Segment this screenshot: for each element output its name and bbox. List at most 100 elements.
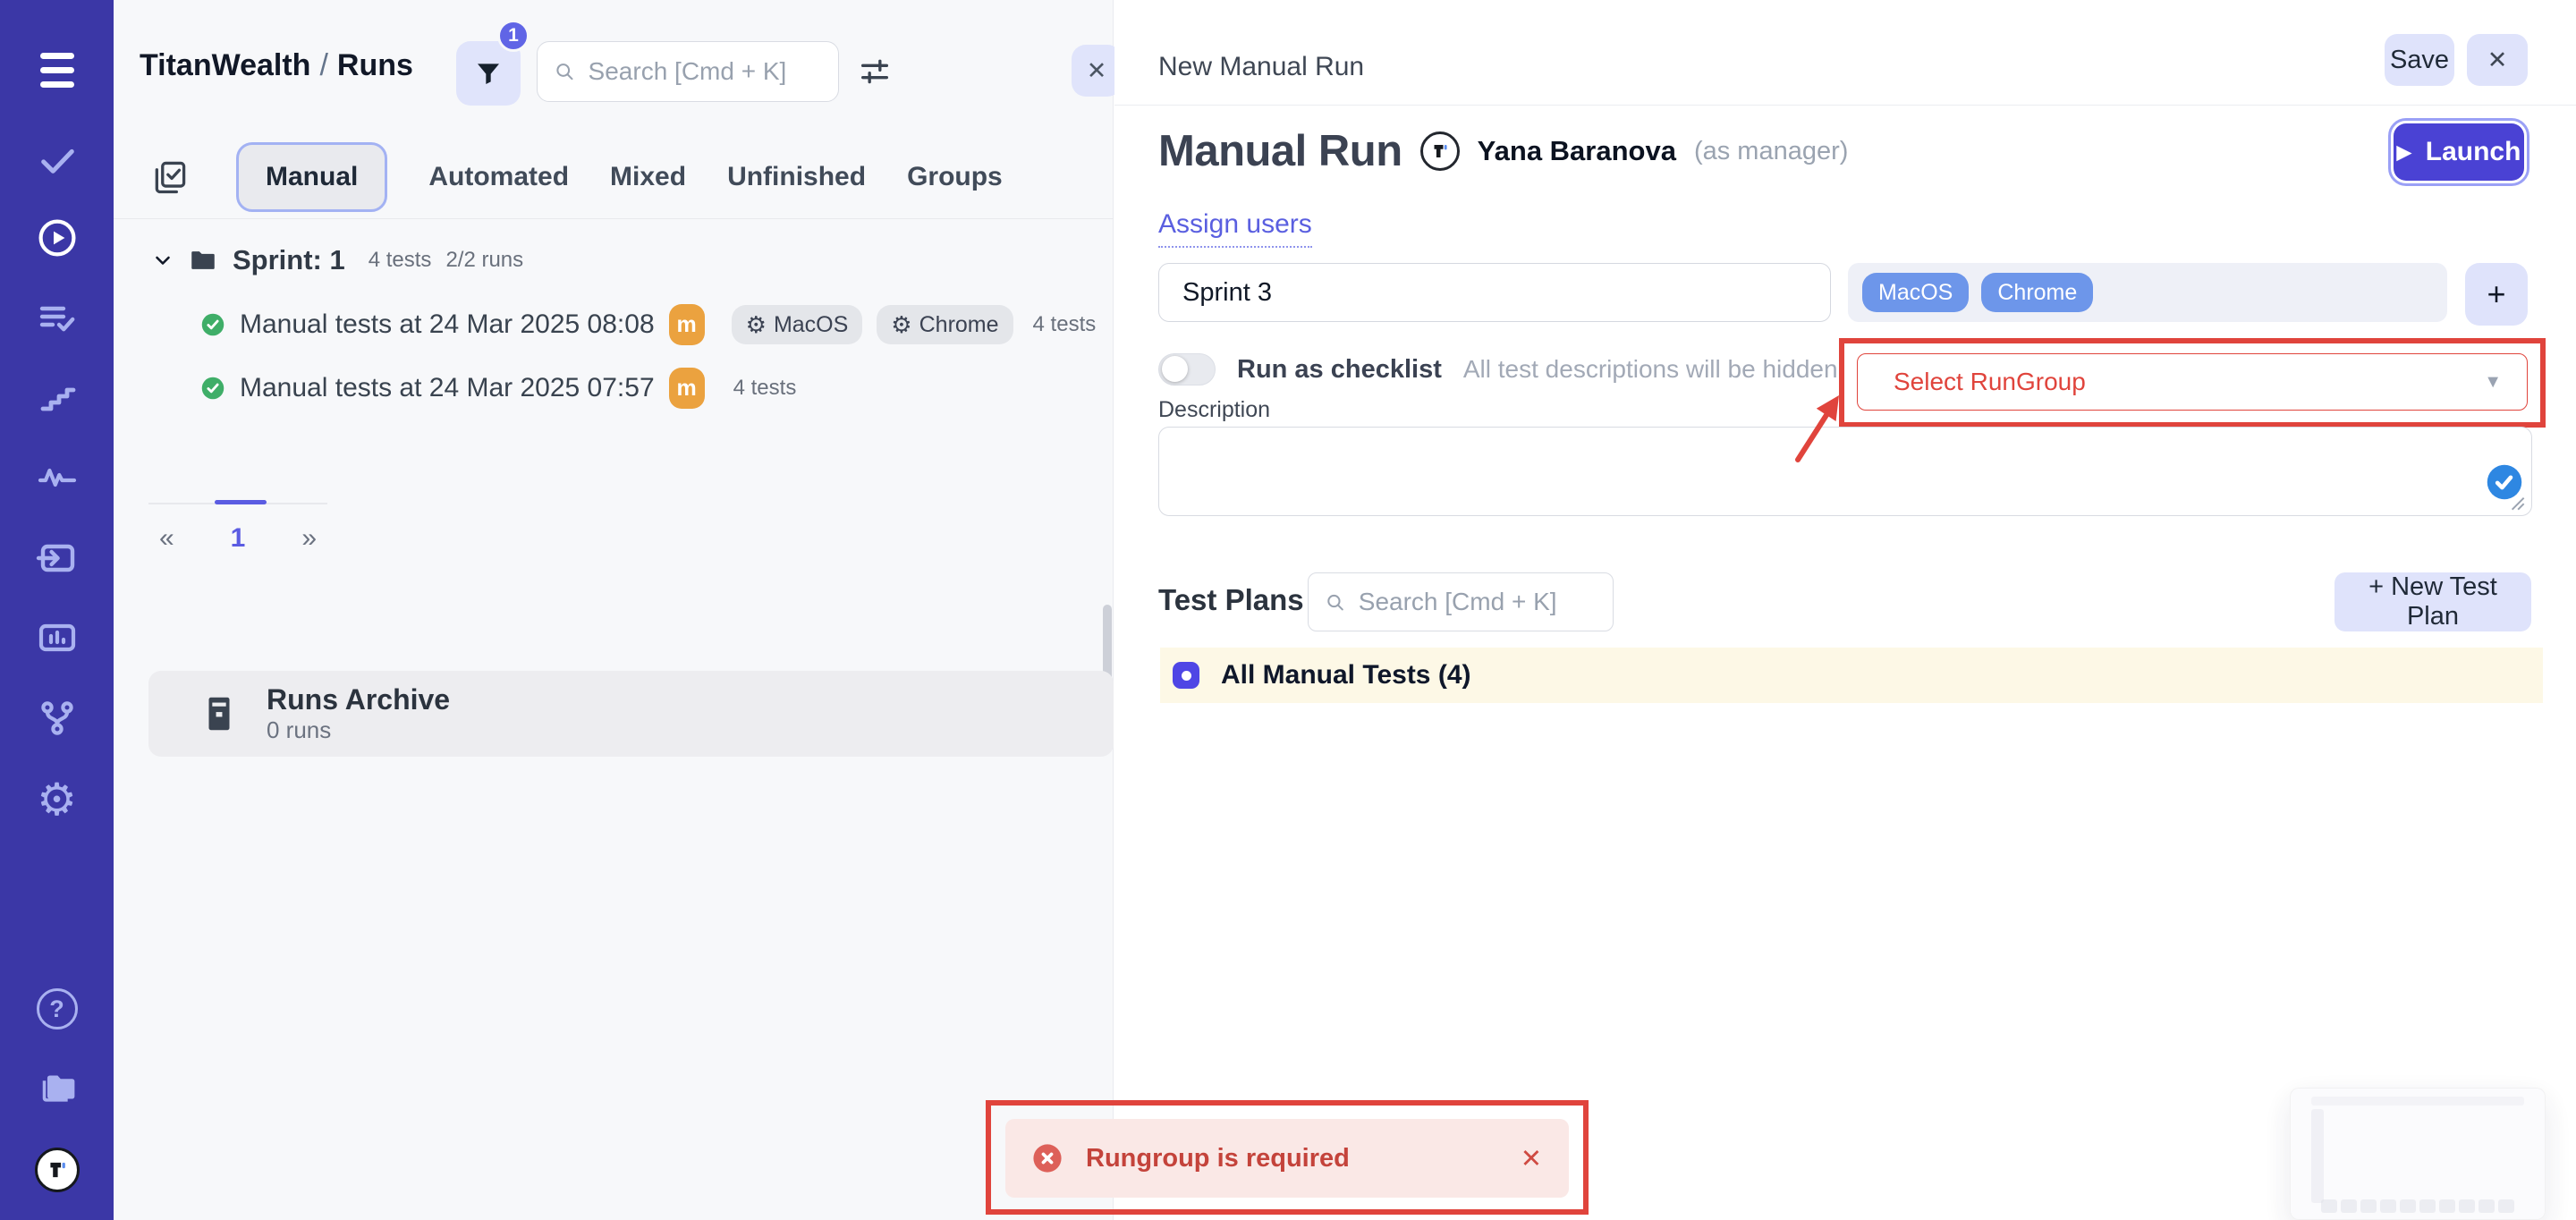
- sidebar-item-account[interactable]: [0, 1145, 114, 1195]
- run-row-1[interactable]: Manual tests at 24 Mar 2025 08:08 m ⚙ Ma…: [200, 303, 1096, 346]
- pagination-page-1[interactable]: 1: [231, 523, 246, 554]
- tab-mixed[interactable]: Mixed: [610, 162, 686, 192]
- runs-search[interactable]: [537, 41, 839, 102]
- add-environment-button[interactable]: +: [2465, 263, 2528, 326]
- gear-icon: ⚙: [746, 313, 767, 336]
- run-header: Manual Run Yana Baranova (as manager): [1158, 118, 1848, 184]
- runs-search-input[interactable]: [587, 56, 822, 87]
- run-title[interactable]: Manual tests at 24 Mar 2025 08:08: [240, 309, 655, 340]
- description-label: Description: [1158, 397, 1270, 423]
- sidebar-item-projects[interactable]: [0, 1064, 114, 1111]
- manager-name: Yana Baranova: [1478, 135, 1676, 167]
- run-tests-count: 4 tests: [733, 376, 797, 401]
- env-tags-tray[interactable]: MacOS Chrome: [1848, 263, 2447, 322]
- search-settings-button[interactable]: [857, 54, 893, 94]
- new-test-plan-button[interactable]: + New Test Plan: [2334, 572, 2531, 631]
- plan-label: All Manual Tests (4): [1221, 660, 1471, 690]
- sidebar-item-help[interactable]: ?: [0, 986, 114, 1032]
- assign-users-link[interactable]: Assign users: [1158, 209, 1312, 248]
- run-row-2[interactable]: Manual tests at 24 Mar 2025 07:57 m 4 te…: [200, 367, 796, 410]
- test-plan-row[interactable]: All Manual Tests (4): [1160, 648, 2543, 703]
- sign-in-icon: [36, 537, 79, 580]
- run-title[interactable]: Manual tests at 24 Mar 2025 07:57: [240, 373, 655, 403]
- pagination-active-indicator: [215, 500, 267, 504]
- rungroup-select-value: Select RunGroup: [1894, 368, 2086, 396]
- sidebar-item-steps[interactable]: [0, 376, 114, 422]
- archive-icon: [199, 693, 240, 734]
- caret-down-icon: ▼: [2484, 372, 2502, 393]
- plan-selected-radio-icon[interactable]: [1173, 662, 1199, 689]
- pulse-icon: [36, 456, 79, 499]
- tab-groups[interactable]: Groups: [907, 162, 1003, 192]
- sidebar-item-plans[interactable]: [0, 295, 114, 342]
- help-icon: ?: [37, 988, 78, 1029]
- breadcrumb-separator: /: [310, 48, 336, 82]
- branch-icon: [36, 697, 79, 740]
- run-as-checklist-toggle[interactable]: [1158, 353, 1216, 385]
- runs-archive-card[interactable]: Runs Archive 0 runs: [148, 671, 1114, 757]
- breadcrumb: TitanWealth/Runs: [140, 48, 413, 83]
- archive-title: Runs Archive: [267, 683, 450, 716]
- pagination-prev[interactable]: «: [159, 523, 174, 554]
- search-icon: [554, 59, 576, 84]
- sidebar-item-settings[interactable]: ⚙: [0, 775, 114, 825]
- breadcrumb-project[interactable]: TitanWealth: [140, 48, 310, 82]
- error-toast: Rungroup is required ✕: [1005, 1119, 1569, 1198]
- test-plans-search[interactable]: [1308, 572, 1614, 631]
- checklist-hint: All test descriptions will be hidden: [1463, 355, 1838, 384]
- sidebar-item-reports[interactable]: [0, 614, 114, 661]
- gear-icon: ⚙: [37, 777, 77, 822]
- close-run-button[interactable]: ✕: [2467, 34, 2528, 86]
- play-icon: ▶: [2397, 141, 2411, 164]
- passed-status-icon: [200, 376, 225, 401]
- filter-count-badge: 1: [497, 20, 530, 52]
- tab-manual[interactable]: Manual: [236, 142, 387, 212]
- steps-icon: [36, 377, 79, 420]
- chevron-down-icon[interactable]: [152, 250, 174, 271]
- test-plans-search-input[interactable]: [1357, 587, 1597, 617]
- env-tag-chrome: ⚙ Chrome: [877, 305, 1013, 344]
- checklist-row: Run as checklist All test descriptions w…: [1158, 347, 1838, 392]
- checklist-label: Run as checklist: [1237, 355, 1442, 385]
- funnel-icon: [474, 59, 503, 88]
- sidebar-item-runs[interactable]: [0, 215, 114, 261]
- tab-unfinished[interactable]: Unfinished: [727, 162, 866, 192]
- sliders-icon: [857, 54, 893, 89]
- pagination-next[interactable]: »: [301, 523, 317, 554]
- sidebar-item-activity[interactable]: [0, 454, 114, 501]
- run-title-heading: Manual Run: [1158, 126, 1402, 176]
- gear-icon: ⚙: [891, 313, 911, 336]
- manager-avatar[interactable]: [1420, 131, 1460, 171]
- env-tag-macos[interactable]: MacOS: [1862, 273, 1969, 312]
- manager-role-note: (as manager): [1694, 137, 1848, 166]
- folder-icon: [188, 245, 218, 275]
- copy-check-icon[interactable]: [150, 157, 190, 197]
- archive-count: 0 runs: [267, 716, 450, 744]
- app: ⚙ ? TitanWealth/Runs 1: [0, 0, 2576, 1220]
- manual-type-badge: m: [669, 368, 705, 409]
- brand-logo-icon: [35, 1148, 80, 1192]
- env-tag-macos: ⚙ MacOS: [732, 305, 863, 344]
- toast-close-icon[interactable]: ✕: [1521, 1143, 1542, 1174]
- screen-share-thumbnail: [2290, 1088, 2546, 1220]
- sidebar: ⚙ ?: [0, 0, 114, 1220]
- resize-handle-icon[interactable]: [2504, 490, 2528, 513]
- save-button[interactable]: Save: [2385, 34, 2454, 86]
- rungroup-select[interactable]: Select RunGroup ▼: [1857, 353, 2528, 411]
- sidebar-item-tests[interactable]: [0, 136, 114, 182]
- run-name-input[interactable]: [1158, 263, 1831, 322]
- launch-button[interactable]: ▶ Launch: [2394, 123, 2524, 181]
- env-tag-chrome[interactable]: Chrome: [1981, 273, 2093, 312]
- sidebar-item-branches[interactable]: [0, 695, 114, 741]
- passed-status-icon: [200, 312, 225, 337]
- folder-row-sprint-1[interactable]: Sprint: 1 4 tests 2/2 runs: [152, 239, 523, 282]
- error-icon: [1032, 1143, 1063, 1173]
- test-plans-title: Test Plans: [1158, 583, 1304, 617]
- menu-icon[interactable]: [0, 47, 114, 93]
- tab-automated[interactable]: Automated: [428, 162, 569, 192]
- sidebar-item-pull[interactable]: [0, 535, 114, 581]
- folder-name: Sprint: 1: [233, 244, 345, 276]
- play-circle-icon: [36, 216, 79, 259]
- list-check-icon: [36, 297, 79, 340]
- brand-logo-icon: [1429, 140, 1451, 162]
